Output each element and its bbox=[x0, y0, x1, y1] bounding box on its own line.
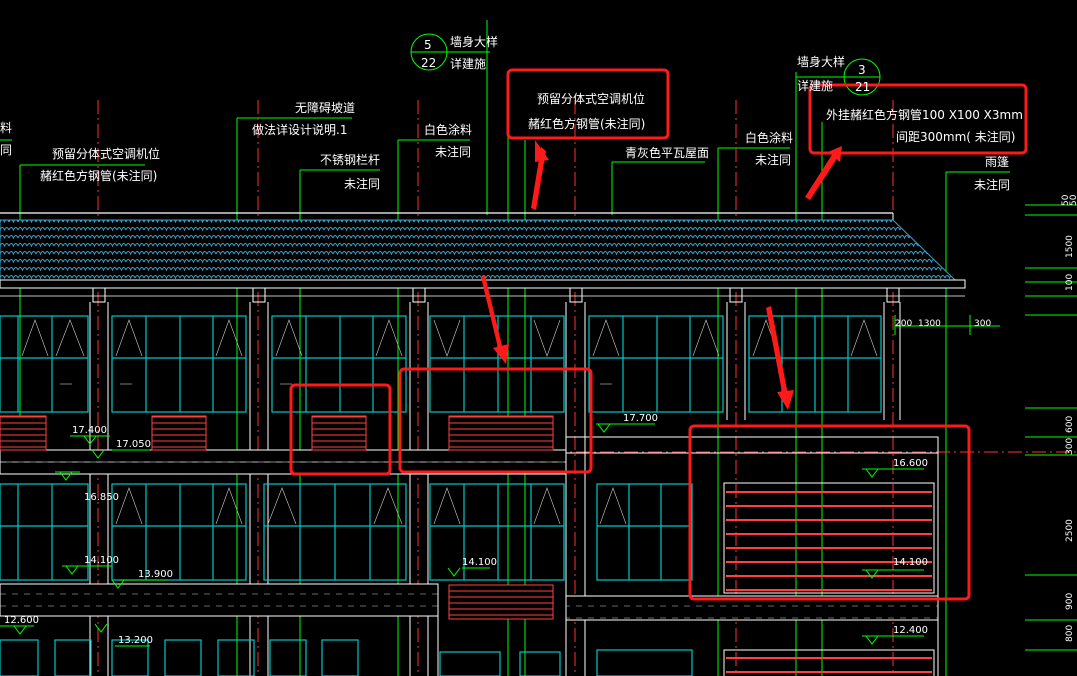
detail-b-number-top: 3 bbox=[858, 63, 866, 77]
dim-v-1500: 1500 bbox=[1065, 235, 1075, 258]
steel-tube-facade bbox=[723, 482, 935, 676]
dim-v-300: 300 bbox=[1065, 438, 1075, 455]
level-17700: 17.700 bbox=[623, 413, 658, 424]
railing-line1: 不锈钢栏杆 bbox=[320, 152, 380, 167]
ac-box-line1: 预留分体式空调机位 bbox=[537, 91, 645, 106]
ac-left-line1: 预留分体式空调机位 bbox=[52, 146, 160, 161]
detail-b-number-bottom: 21 bbox=[855, 80, 870, 94]
detail-number-bottom: 22 bbox=[421, 56, 436, 70]
level-17050: 17.050 bbox=[116, 439, 151, 450]
annotations: 料 同 预留分体式空调机位 赭红色方钢管(未注同) 无障碍坡道 做法详设计说明.… bbox=[0, 34, 1023, 192]
level-13200: 13.200 bbox=[118, 635, 153, 646]
white-paint-line2: 未注同 bbox=[435, 144, 471, 159]
level-16850: 16.850 bbox=[84, 492, 119, 503]
dim-v-2500: 2500 bbox=[1065, 519, 1075, 542]
ramp-line2: 做法详设计说明.1 bbox=[252, 122, 347, 137]
wall-detail-b-line2: 详建施 bbox=[797, 78, 833, 93]
dim-200: 200 bbox=[895, 319, 912, 329]
level-12600: 12.600 bbox=[4, 615, 39, 626]
level-14100-b: 14.100 bbox=[462, 557, 497, 568]
left-partial-2: 同 bbox=[0, 143, 12, 157]
left-partial-1: 料 bbox=[0, 121, 12, 135]
ramp-line1: 无障碍坡道 bbox=[295, 100, 355, 115]
upper-windows bbox=[0, 315, 882, 413]
steel-tube-line1: 外挂赭红色方钢管100 X100 X3mm bbox=[826, 107, 1023, 122]
white-paint-line1: 白色涂料 bbox=[424, 122, 472, 137]
dim-v-50b: 50 bbox=[1069, 194, 1077, 206]
canopy-line2: 未注同 bbox=[974, 177, 1010, 192]
white-paint-b-line1: 白色涂料 bbox=[745, 130, 793, 145]
level-14100-c: 14.100 bbox=[893, 557, 928, 568]
level-12400: 12.400 bbox=[893, 625, 928, 636]
dim-1300: 1300 bbox=[918, 319, 941, 329]
canopy-line1: 雨篷 bbox=[985, 154, 1009, 169]
roof bbox=[0, 212, 966, 297]
ac-box-line2: 赭红色方钢管(未注同) bbox=[528, 116, 645, 131]
dim-v-900: 900 bbox=[1065, 593, 1075, 610]
dim-v-600: 600 bbox=[1065, 416, 1075, 433]
detail-number-top: 5 bbox=[424, 38, 432, 52]
tile-roof-label: 青灰色平瓦屋面 bbox=[625, 146, 709, 160]
level-13900: 13.900 bbox=[138, 569, 173, 580]
ac-left-line2: 赭红色方钢管(未注同) bbox=[40, 168, 157, 183]
white-paint-b-line2: 未注同 bbox=[755, 152, 791, 167]
dim-v-100: 100 bbox=[1065, 274, 1075, 291]
steel-tube-line2: 间距300mm( 未注同) bbox=[896, 129, 1015, 144]
wall-detail-b-line1: 墙身大样 bbox=[797, 54, 845, 69]
dim-v-800: 800 bbox=[1065, 625, 1075, 642]
elevation-drawing: 料 同 预留分体式空调机位 赭红色方钢管(未注同) 无障碍坡道 做法详设计说明.… bbox=[0, 20, 1077, 676]
level-17400: 17.400 bbox=[72, 425, 107, 436]
lower-windows bbox=[0, 483, 693, 676]
level-14100-a: 14.100 bbox=[84, 555, 119, 566]
lower-window-marks bbox=[115, 487, 627, 525]
wall-detail-line1: 墙身大样 bbox=[450, 34, 498, 49]
dim-300: 300 bbox=[974, 319, 991, 329]
railing-line2: 未注同 bbox=[344, 176, 380, 191]
level-16600: 16.600 bbox=[893, 458, 928, 469]
wall-detail-line2: 详建施 bbox=[450, 56, 486, 71]
